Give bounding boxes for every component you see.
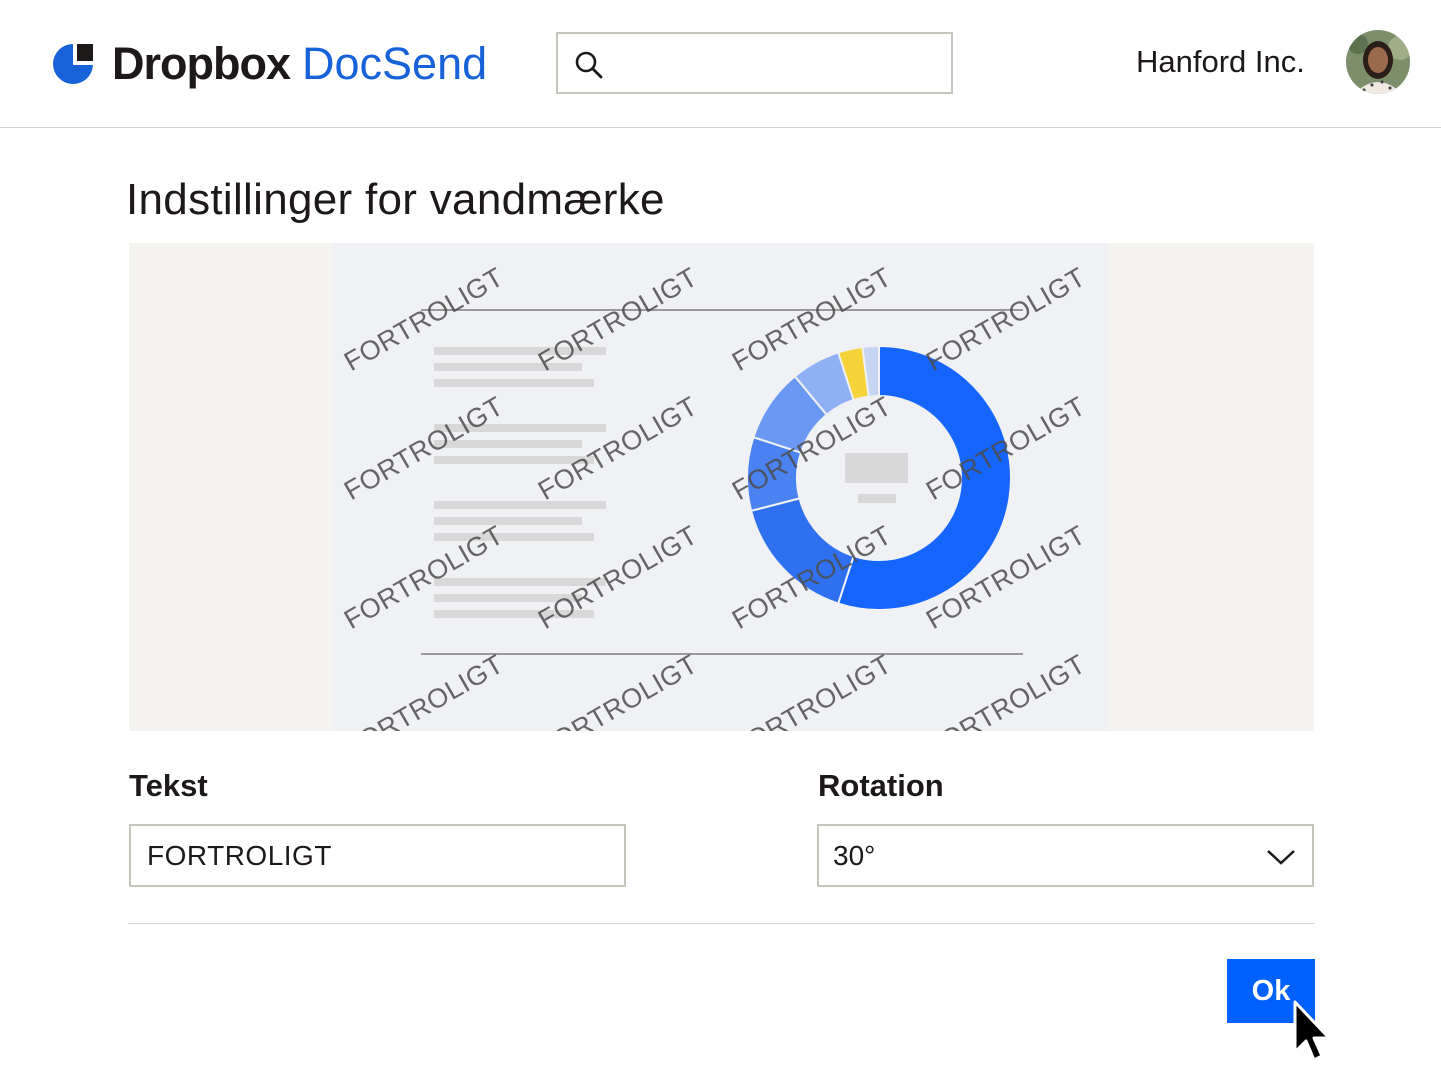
chevron-down-icon [1267,850,1295,865]
brand-primary: Dropbox [112,38,291,89]
document-preview: FORTROLIGT FORTROLIGT FORTROLIGT FORTROLIGT… [333,243,1109,731]
chart-center-sublabel-placeholder [858,494,896,503]
search-box[interactable] [556,32,953,94]
page-title: Indstillinger for vandmærke [126,175,665,224]
watermark-text-input[interactable] [129,824,626,887]
brand-secondary: DocSend [302,38,488,89]
mouse-pointer-icon [1293,1000,1331,1062]
watermark-preview: FORTROLIGT FORTROLIGT FORTROLIGT FORTROLIGT… [129,243,1314,731]
rotation-label: Rotation [818,768,944,803]
chart-center-label-placeholder [845,453,908,483]
text-label: Tekst [129,768,208,803]
brand-wordmark[interactable]: Dropbox DocSend [112,36,487,92]
avatar-image [1346,30,1410,94]
search-input[interactable] [618,42,942,86]
company-name[interactable]: Hanford Inc. [1136,42,1305,82]
avatar[interactable] [1346,30,1410,94]
rotation-value: 30° [833,840,876,871]
top-bar: Dropbox DocSend Hanford Inc. [0,0,1441,128]
divider [128,923,1314,924]
docsend-logo-icon [53,44,93,84]
search-icon [575,51,603,79]
rotation-select[interactable]: 30° [817,824,1314,887]
